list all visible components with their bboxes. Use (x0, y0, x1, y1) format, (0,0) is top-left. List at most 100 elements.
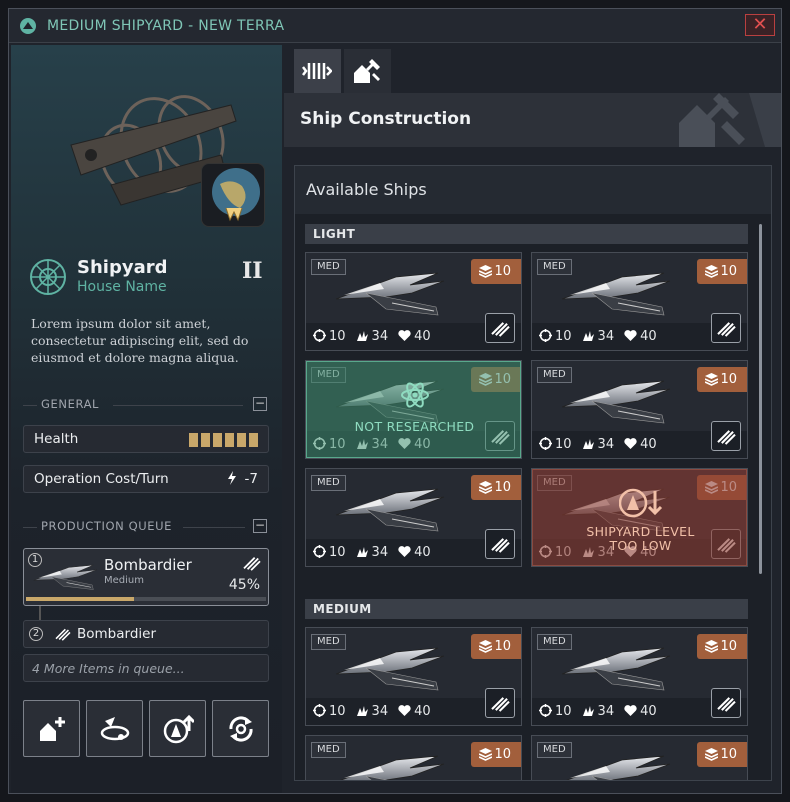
ship-role-button[interactable] (711, 421, 741, 451)
ship-list[interactable]: LIGHT MEDIUM MED 10 10 34 40 MED 10 10 3… (295, 214, 771, 780)
heart-icon (398, 330, 411, 341)
health-segment (201, 433, 210, 447)
health-row: Health (23, 425, 269, 453)
level-too-low-label: SHIPYARD LEVEL TOO LOW (533, 525, 747, 553)
stat-damage: 34 (356, 545, 388, 560)
ship-role-button[interactable] (485, 313, 515, 343)
burst-icon (356, 331, 368, 341)
ship-cost-value: 10 (720, 639, 737, 654)
queue-ship-name: Bombardier (77, 626, 157, 642)
stat-accuracy-value: 10 (329, 329, 346, 344)
tab-construction[interactable] (344, 49, 391, 93)
ship-cost-value: 10 (720, 747, 737, 762)
ship-card[interactable]: MED 10 10 34 40 NOT RESEARCHED (305, 360, 522, 459)
ship-card[interactable]: MED 10 10 34 40 (531, 627, 748, 726)
bombardier-class-icon (717, 430, 736, 445)
category-medium: MEDIUM (305, 599, 748, 619)
add-unit-button[interactable] (23, 700, 80, 757)
stat-accuracy-value: 10 (329, 704, 346, 719)
ship-card[interactable]: MED 10 10 34 40 (531, 252, 748, 351)
queue-progress-fill (26, 597, 134, 601)
burst-icon (582, 439, 594, 449)
orbit-icon (100, 717, 130, 741)
scrollbar[interactable] (759, 224, 762, 574)
ship-role-button[interactable] (711, 688, 741, 718)
orbit-button[interactable] (86, 700, 143, 757)
resource-layers-icon (705, 640, 718, 653)
queue-collapse-toggle[interactable]: − (253, 519, 267, 533)
heart-icon (624, 705, 637, 716)
stat-health-value: 40 (640, 704, 657, 719)
burst-icon (582, 331, 594, 341)
heart-icon (624, 330, 637, 341)
stat-accuracy: 10 (312, 544, 346, 560)
ship-stats: 10 34 40 (538, 436, 657, 452)
ship-card[interactable]: MED 10 10 34 40 (305, 627, 522, 726)
upgrade-icon (163, 714, 194, 744)
cycle-icon (229, 716, 253, 742)
stat-damage-value: 34 (597, 437, 615, 452)
ship-cost-value: 10 (494, 264, 511, 279)
more-queue-items[interactable]: 4 More Items in queue... (23, 654, 269, 682)
ship-size-badge: MED (537, 634, 572, 650)
more-queue-label: 4 More Items in queue... (32, 661, 185, 676)
stat-damage-value: 34 (597, 704, 615, 719)
planet-badge (201, 163, 265, 227)
ship-stats: 10 34 40 (312, 328, 431, 344)
health-segment (237, 433, 246, 447)
queue-item[interactable]: 2 Bombardier (23, 620, 269, 648)
stat-health: 40 (624, 437, 657, 452)
ship-card[interactable]: MED 10 10 34 40 SHIPYARD LEVELTOO LOW (531, 468, 748, 567)
queue-item-active[interactable]: 1 Bombardier Medium 45% (23, 548, 269, 606)
ship-card[interactable]: MED 10 10 34 40 (531, 360, 748, 459)
available-ships-panel: Available Ships LIGHT MEDIUM MED 10 10 3… (294, 165, 772, 781)
close-button[interactable]: ✕ (745, 14, 775, 36)
production-icon (302, 63, 332, 79)
general-collapse-toggle[interactable]: − (253, 397, 267, 411)
stat-accuracy-value: 10 (555, 329, 572, 344)
ship-card[interactable]: MED 10 10 34 40 (531, 735, 748, 780)
ship-stats: 10 34 40 (312, 544, 431, 560)
stat-health-value: 40 (414, 329, 431, 344)
target-icon (538, 328, 553, 343)
stat-damage: 34 (582, 704, 615, 719)
ship-cost-value: 10 (720, 372, 737, 387)
ship-card[interactable]: MED 10 10 34 40 (305, 468, 522, 567)
construction-watermark-icon (679, 93, 781, 147)
stat-health: 40 (398, 329, 431, 344)
ship-stats: 10 34 40 (538, 328, 657, 344)
target-icon (538, 436, 553, 451)
ship-card[interactable]: MED 10 10 34 40 (305, 735, 522, 780)
bombardier-class-icon (491, 322, 510, 337)
resource-layers-icon (479, 481, 492, 494)
queue-progress-bar (26, 597, 266, 601)
upgrade-button[interactable] (149, 700, 206, 757)
resource-layers-icon (479, 640, 492, 653)
queue-connector (39, 606, 41, 620)
category-light: LIGHT (305, 224, 748, 244)
ship-size-badge: MED (537, 367, 572, 383)
ship-role-button[interactable] (485, 529, 515, 559)
target-icon (312, 544, 327, 559)
building-panel: Shipyard House Name II Lorem ipsum dolor… (11, 45, 282, 793)
ship-stats: 10 34 40 (538, 703, 657, 719)
window-title: MEDIUM SHIPYARD - NEW TERRA (47, 18, 285, 34)
ship-card[interactable]: MED 10 10 34 40 (305, 252, 522, 351)
queue-ship-name: Bombardier (104, 556, 192, 574)
ship-role-button[interactable] (711, 313, 741, 343)
bombardier-class-icon (717, 697, 736, 712)
stat-damage-value: 34 (597, 329, 615, 344)
operation-cost-label: Operation Cost/Turn (34, 471, 169, 487)
stat-accuracy: 10 (312, 328, 346, 344)
ship-cost-badge: 10 (471, 259, 521, 284)
bombardier-class-icon (55, 628, 71, 641)
ship-role-button[interactable] (485, 688, 515, 718)
stat-damage: 34 (582, 329, 615, 344)
construction-area: Ship Construction Available Ships LIGHT … (284, 45, 781, 793)
ship-cost-value: 10 (494, 480, 511, 495)
ship-cost-value: 10 (494, 639, 511, 654)
cycle-button[interactable] (212, 700, 269, 757)
ship-size-badge: MED (311, 475, 346, 491)
health-segment (213, 433, 222, 447)
tab-production[interactable] (294, 49, 341, 93)
